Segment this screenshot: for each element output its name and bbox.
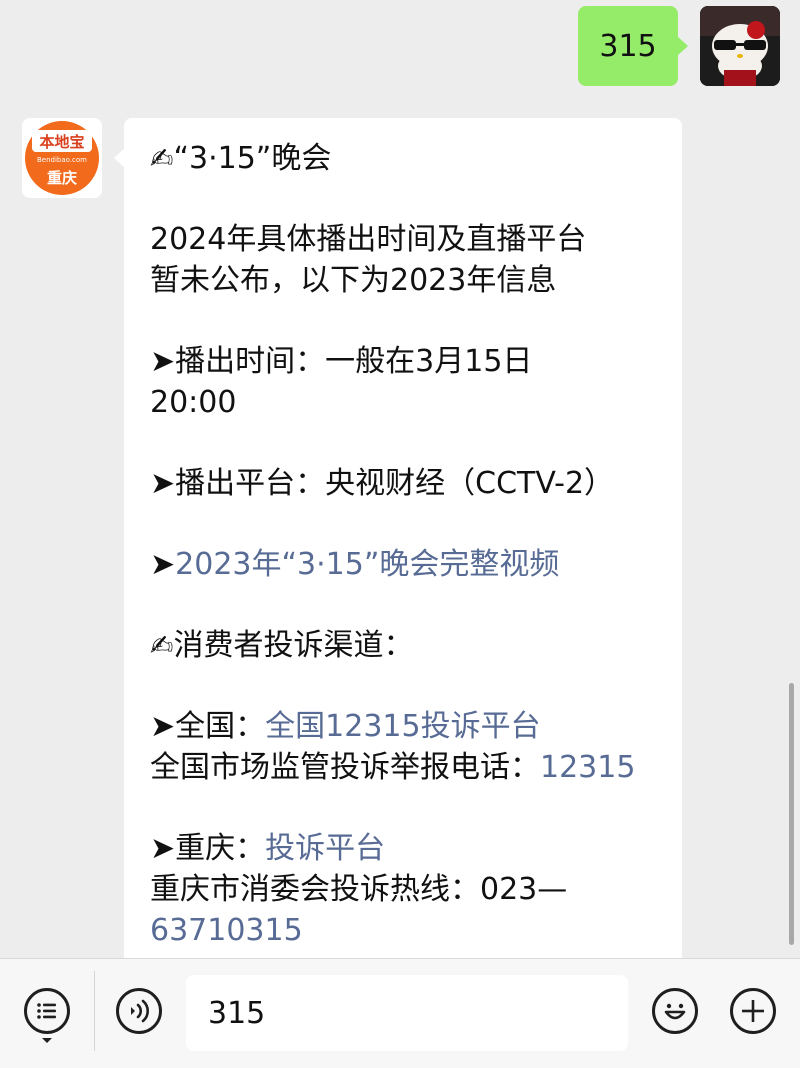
outgoing-message-row: 315: [578, 6, 780, 86]
chongqing-prefix: 重庆：: [175, 831, 266, 866]
chevron-down-icon: [42, 1038, 52, 1043]
chongqing-complaint-link[interactable]: 投诉平台: [265, 831, 385, 866]
writing-hand-icon: ✍: [150, 629, 174, 662]
plus-button[interactable]: [730, 988, 776, 1034]
emoji-icon: [664, 1003, 686, 1020]
logo-text: 本地宝: [39, 133, 84, 151]
national-paragraph: ➤全国：全国12315投诉平台 全国市场监管投诉举报电话：12315: [150, 706, 658, 788]
bendibao-logo-icon: 本地宝 Bendibao.com 重庆: [22, 118, 102, 198]
plus-icon: [742, 1000, 764, 1022]
arrow-icon: ➤: [150, 344, 176, 379]
arrow-icon: ➤: [150, 466, 176, 501]
divider: [94, 971, 95, 1051]
menu-button[interactable]: [24, 988, 70, 1034]
broadcast-time-line-1: 播出时间：一般在3月15日: [175, 344, 533, 379]
national-prefix: 全国：: [175, 709, 266, 744]
arrow-icon: ➤: [150, 831, 176, 866]
user-avatar[interactable]: [700, 6, 780, 86]
incoming-message-row: 本地宝 Bendibao.com 重庆 ✍“3·15”晚会 2024年具体播出时…: [22, 118, 682, 958]
full-video-link[interactable]: 2023年“3·15”晚会完整视频: [175, 547, 559, 582]
arrow-icon: ➤: [150, 709, 176, 744]
user-avatar-image: [700, 6, 780, 86]
incoming-message-bubble[interactable]: ✍“3·15”晚会 2024年具体播出时间及直播平台 暂未公布，以下为2023年…: [114, 118, 682, 958]
broadcast-time-line-2: 20:00: [150, 385, 237, 420]
bendibao-avatar[interactable]: 本地宝 Bendibao.com 重庆: [22, 118, 102, 198]
input-bar: 315: [0, 958, 800, 1068]
national-phone-label: 全国市场监管投诉举报电话：: [150, 750, 540, 785]
logo-subtext: Bendibao.com: [37, 156, 87, 164]
chongqing-hotline-label: 重庆市消委会投诉热线：023—: [150, 872, 568, 907]
emoji-button[interactable]: [652, 988, 698, 1034]
writing-hand-icon: ✍: [150, 142, 174, 175]
national-complaint-link[interactable]: 全国12315投诉平台: [265, 709, 540, 744]
scrollbar[interactable]: [789, 683, 794, 945]
national-phone-link[interactable]: 12315: [540, 750, 635, 785]
message-input[interactable]: 315: [186, 975, 628, 1051]
broadcast-platform-paragraph: ➤播出平台：央视财经（CCTV-2）: [150, 463, 658, 504]
complaint-heading-text: 消费者投诉渠道：: [173, 628, 414, 663]
complaint-heading: ✍消费者投诉渠道：: [150, 625, 658, 666]
intro-line-2: 暂未公布，以下为2023年信息: [150, 263, 557, 298]
menu-list-icon: [37, 1003, 56, 1019]
broadcast-time-paragraph: ➤播出时间：一般在3月15日 20:00: [150, 341, 658, 423]
message-title: ✍“3·15”晚会: [150, 138, 658, 179]
logo-city: 重庆: [47, 169, 77, 187]
voice-icon: [131, 999, 149, 1023]
intro-line-1: 2024年具体播出时间及直播平台: [150, 222, 587, 257]
outgoing-message-bubble[interactable]: 315: [578, 6, 688, 86]
chongqing-paragraph: ➤重庆：投诉平台 重庆市消委会投诉热线：023— 63710315: [150, 828, 658, 951]
title-text: “3·15”晚会: [173, 141, 332, 176]
chat-area[interactable]: 315 本地宝 Bendibao.com 重庆 ✍“3·15”晚会 2024年具…: [0, 0, 800, 958]
arrow-icon: ➤: [150, 547, 176, 582]
broadcast-platform-text: 播出平台：央视财经（CCTV-2）: [175, 466, 615, 501]
intro-paragraph: 2024年具体播出时间及直播平台 暂未公布，以下为2023年信息: [150, 219, 658, 301]
voice-button[interactable]: [116, 988, 162, 1034]
video-link-paragraph: ➤2023年“3·15”晚会完整视频: [150, 544, 658, 585]
chongqing-hotline-number[interactable]: 63710315: [150, 910, 658, 951]
